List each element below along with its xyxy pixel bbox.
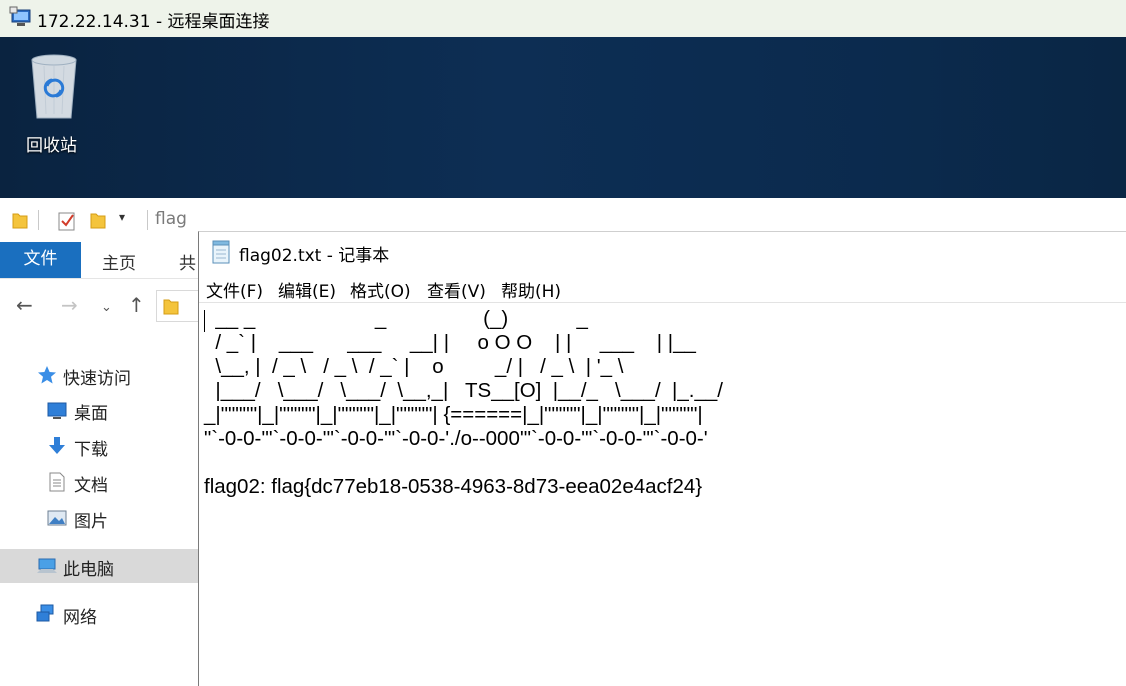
back-arrow-icon[interactable]: ← (16, 295, 33, 315)
chevron-down-icon[interactable]: ▾ (119, 210, 125, 224)
nav-label: 下载 (74, 440, 108, 460)
remote-desktop-icon (9, 6, 31, 26)
text-line: _|"""""|_|"""""|_|"""""|_|"""""| {======… (204, 403, 703, 426)
recycle-bin-label: 回收站 (26, 136, 77, 156)
notepad-text-content: __ _ _ (_) _ / _` | ___ ___ __| | o O O … (204, 307, 723, 499)
download-arrow-icon (49, 437, 65, 454)
notepad-window: flag02.txt - 记事本 文件(F) 编辑(E) 格式(O) 查看(V)… (198, 231, 1126, 686)
nav-label: 网络 (63, 608, 97, 628)
text-line: \__, | / _ \ / _ \ / _` | o _/ | / _ \ |… (204, 355, 624, 378)
forward-arrow-icon[interactable]: → (61, 295, 78, 315)
nav-item-quick-access[interactable]: 快速访问 (0, 358, 198, 392)
folder-icon[interactable] (12, 211, 28, 229)
text-line: __ _ _ (_) _ (204, 307, 588, 330)
menu-file[interactable]: 文件(F) (206, 277, 263, 302)
nav-item-network[interactable]: 网络 (0, 597, 198, 631)
recycle-bin-shortcut[interactable]: 回收站 (20, 47, 90, 157)
explorer-window-title: flag (155, 209, 187, 229)
menu-view[interactable]: 查看(V) (427, 277, 486, 302)
address-box[interactable] (156, 290, 201, 322)
navigation-bar: ← → ⌄ ↑ (0, 282, 201, 328)
rdp-window-title: 172.22.14.31 - 远程桌面连接 (37, 12, 270, 32)
notepad-text-area[interactable]: __ _ _ (_) _ / _` | ___ ___ __| | o O O … (199, 303, 1126, 686)
nav-item-this-pc[interactable]: 此电脑 (0, 549, 198, 583)
properties-checkmark-icon[interactable] (58, 211, 76, 231)
nav-item-pictures[interactable]: 图片 (0, 501, 198, 535)
desktop-icon (47, 402, 67, 419)
toolbar-separator (38, 210, 39, 230)
menu-help[interactable]: 帮助(H) (501, 277, 561, 302)
recent-locations-chevron-icon[interactable]: ⌄ (101, 299, 112, 317)
computer-icon (37, 558, 57, 573)
pictures-icon (47, 510, 67, 526)
text-line: / _` | ___ ___ __| | o O O | | ___ | |__ (204, 331, 696, 354)
up-arrow-icon[interactable]: ↑ (128, 295, 145, 315)
new-folder-icon[interactable] (90, 211, 106, 229)
toolbar-separator (147, 210, 148, 230)
text-line: "`-0-0-'"`-0-0-'"`-0-0-'"`-0-0-'./o--000… (204, 427, 708, 450)
nav-item-desktop[interactable]: 桌面 (0, 393, 198, 427)
document-icon (49, 472, 65, 492)
star-icon (38, 366, 56, 384)
flag-line: flag02: flag{dc77eb18-0538-4963-8d73-eea… (204, 475, 703, 498)
nav-item-documents[interactable]: 文档 (0, 465, 198, 499)
folder-icon (163, 299, 179, 315)
notepad-titlebar: flag02.txt - 记事本 (199, 232, 1126, 272)
recycle-bin-icon (31, 54, 77, 119)
notepad-icon (212, 240, 230, 264)
navigation-pane: 快速访问 桌面 下载 文档 图片 此电脑 网络 (0, 358, 198, 685)
menu-format[interactable]: 格式(O) (350, 277, 411, 302)
tab-home[interactable]: 主页 (102, 249, 136, 274)
nav-label: 图片 (74, 512, 108, 532)
nav-label: 此电脑 (63, 560, 114, 580)
tab-share[interactable]: 共 (179, 249, 196, 274)
remote-desktop-area: 回收站 (0, 37, 1126, 198)
tab-file[interactable]: 文件 (0, 242, 81, 278)
nav-label: 桌面 (74, 404, 108, 424)
rdp-titlebar: 172.22.14.31 - 远程桌面连接 (0, 0, 1126, 37)
text-line: |___/ \___/ \___/ \__,_| TS__[O] |__/_ \… (204, 379, 723, 402)
menu-edit[interactable]: 编辑(E) (278, 277, 336, 302)
nav-label: 文档 (74, 476, 108, 496)
network-icon (36, 604, 54, 622)
nav-label: 快速访问 (63, 369, 131, 389)
nav-item-downloads[interactable]: 下载 (0, 429, 198, 463)
notepad-menubar: 文件(F) 编辑(E) 格式(O) 查看(V) 帮助(H) (199, 272, 1126, 303)
notepad-window-title: flag02.txt - 记事本 (239, 246, 390, 266)
